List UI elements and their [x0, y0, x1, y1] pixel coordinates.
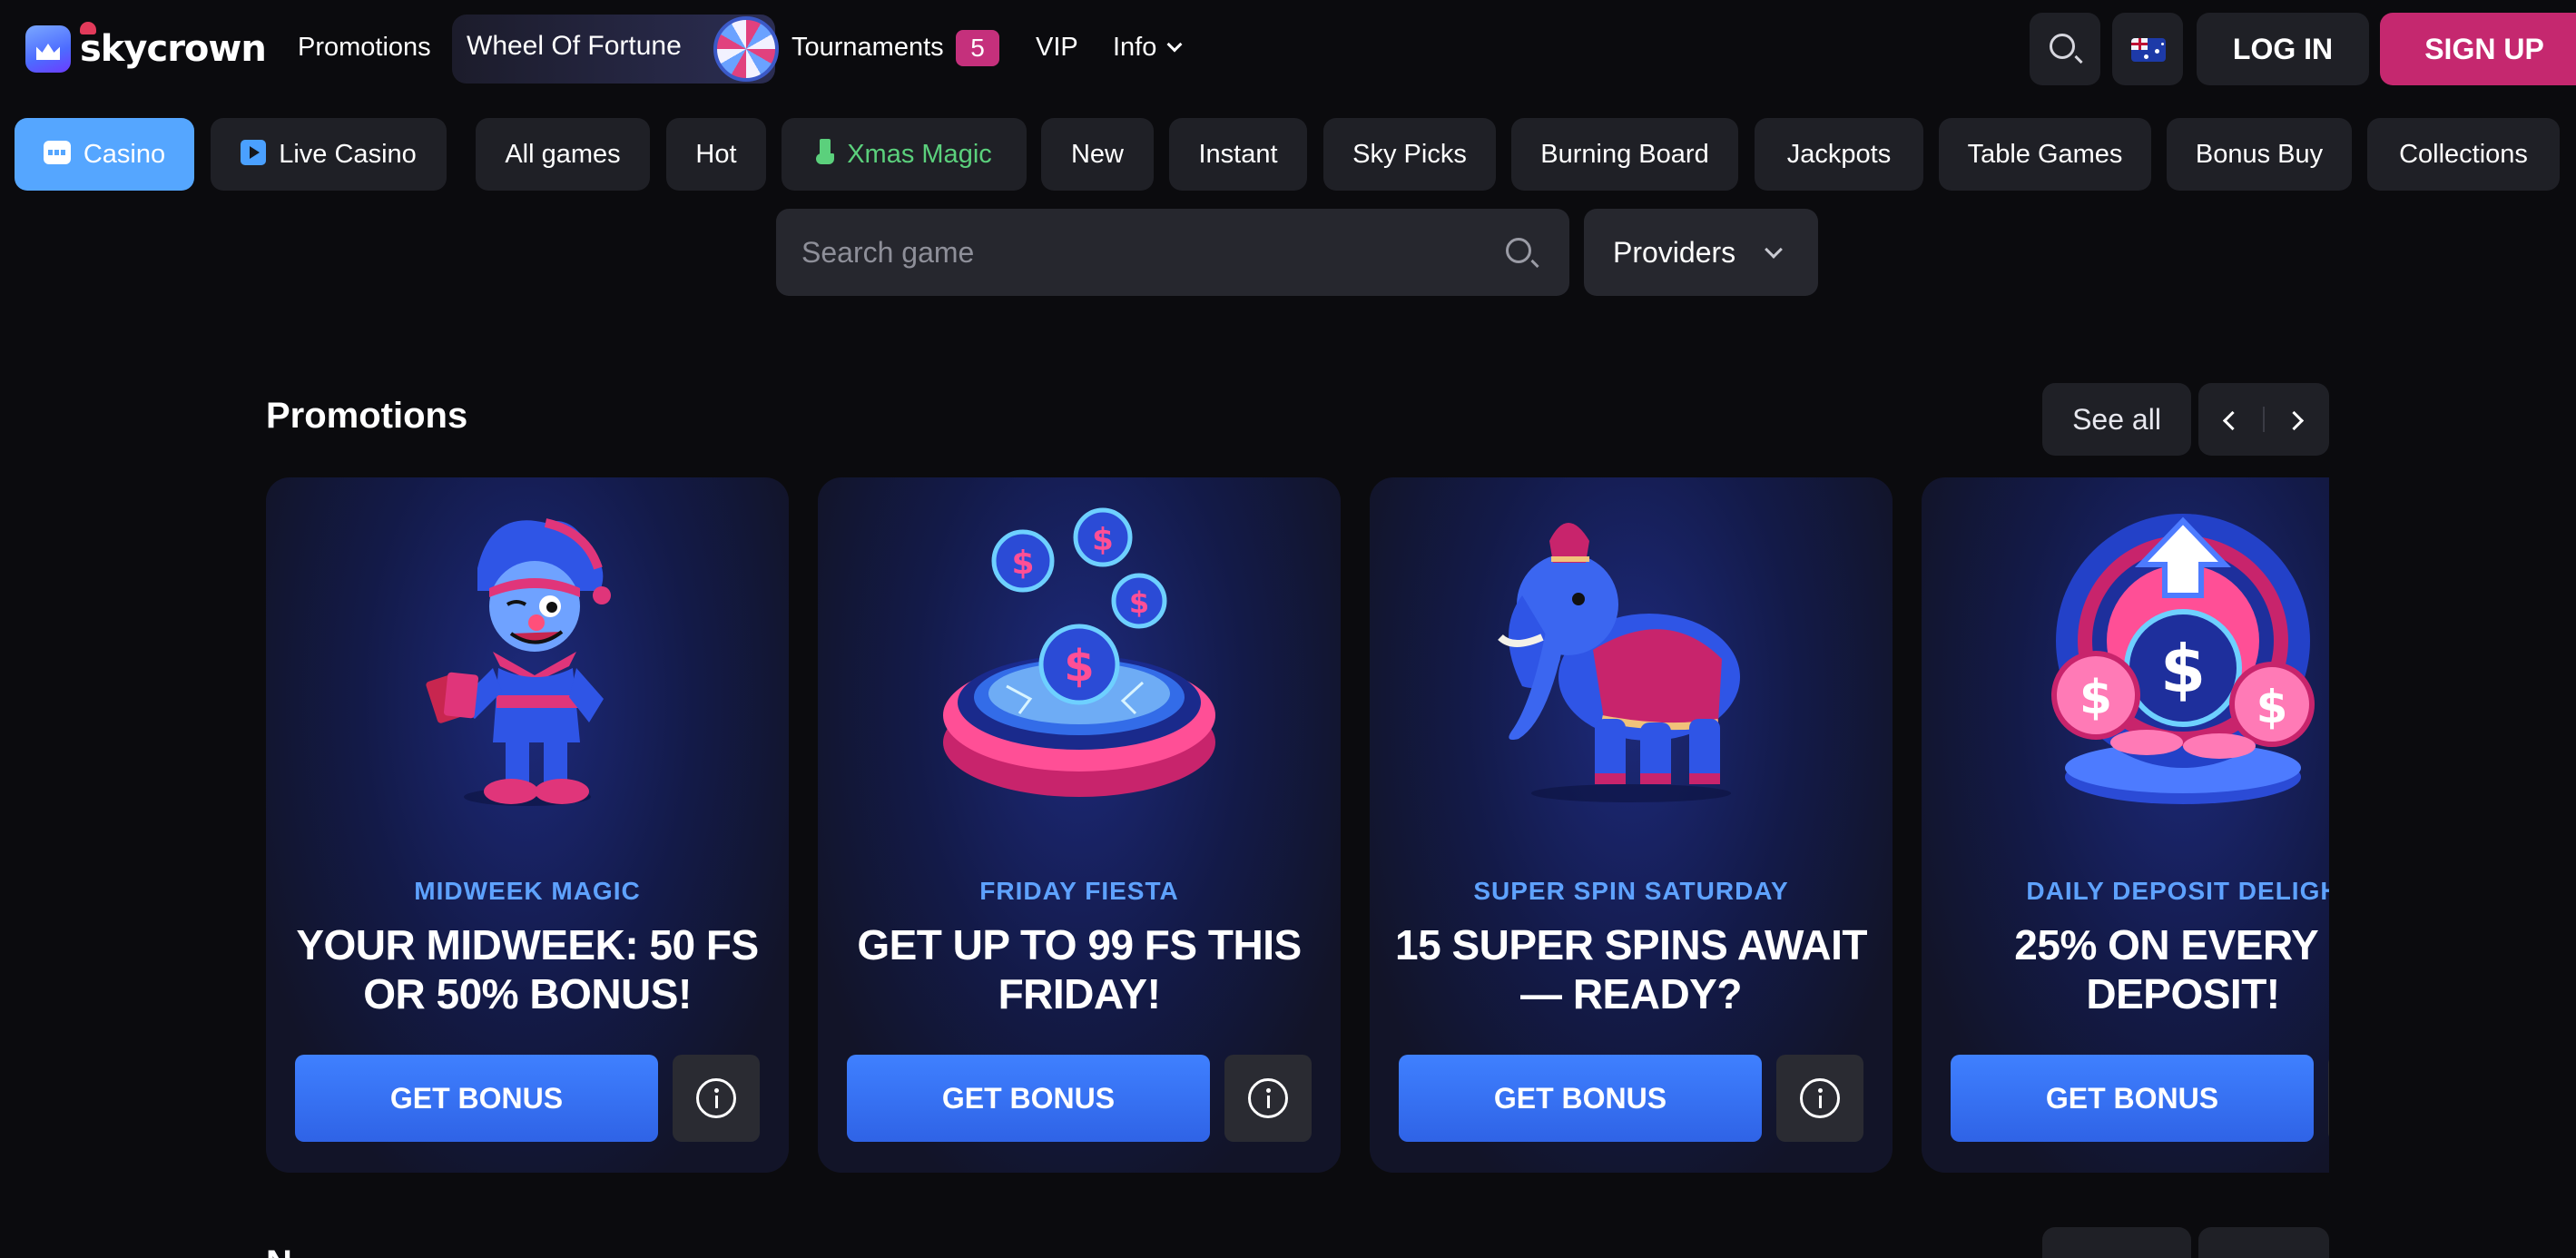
promo-title: GET UP TO 99 FS THIS FRIDAY! — [857, 921, 1302, 1017]
get-bonus-button[interactable]: GET BONUS — [1399, 1055, 1762, 1142]
see-all-button-next[interactable] — [2042, 1227, 2191, 1258]
elephant-illustration — [1498, 523, 1740, 802]
carousel-arrows — [2198, 383, 2329, 456]
jester-illustration — [426, 518, 611, 806]
search-icon[interactable] — [1506, 238, 1531, 263]
filter-instant[interactable]: Instant — [1169, 118, 1307, 191]
promo-info-button[interactable] — [1776, 1055, 1863, 1142]
login-button[interactable]: LOG IN — [2197, 13, 2369, 85]
promo-kicker: MIDWEEK MAGIC — [414, 877, 641, 905]
signup-button[interactable]: SIGN UP — [2380, 13, 2576, 85]
promo-info-button[interactable] — [673, 1055, 760, 1142]
carousel-arrows-next[interactable] — [2198, 1227, 2329, 1258]
promo-kicker: SUPER SPIN SATURDAY — [1473, 877, 1789, 905]
get-bonus-button[interactable]: GET BONUS — [295, 1055, 658, 1142]
wheel-of-fortune-label: Wheel Of Fortune — [467, 31, 682, 61]
filter-bonus-buy[interactable]: Bonus Buy — [2167, 118, 2352, 191]
nav-vip[interactable]: VIP — [1036, 27, 1078, 67]
svg-text:$: $ — [2079, 671, 2112, 725]
svg-text:$: $ — [2256, 681, 2288, 733]
filter-collections[interactable]: Collections — [2367, 118, 2560, 191]
filter-table-games[interactable]: Table Games — [1939, 118, 2151, 191]
crown-logo-icon — [25, 22, 96, 73]
promo-kicker: FRIDAY FIESTA — [979, 877, 1179, 905]
tab-casino-label: Casino — [83, 140, 166, 169]
info-icon — [1800, 1078, 1840, 1118]
filter-sky-picks[interactable]: Sky Picks — [1323, 118, 1496, 191]
nav-info-dropdown[interactable]: Info — [1113, 27, 1183, 67]
coin-stack-illustration: $ $ $ — [2051, 514, 2315, 804]
language-selector-button[interactable] — [2112, 13, 2183, 85]
promo-title: 15 SUPER SPINS AWAIT — READY? — [1395, 921, 1868, 1017]
coin-portal-illustration: $ $ $ $ — [943, 507, 1215, 797]
game-search-bar — [776, 209, 1569, 296]
promo-card[interactable]: SUPER SPIN SATURDAY 15 SUPER SPINS AWAIT… — [1370, 477, 1893, 1173]
chevron-down-icon — [1166, 36, 1183, 53]
filter-jackpots[interactable]: Jackpots — [1755, 118, 1923, 191]
promotions-section-title: Promotions — [266, 396, 468, 436]
slot-machine-icon — [43, 141, 71, 165]
play-icon — [241, 140, 267, 166]
nav-info-label: Info — [1113, 33, 1157, 62]
chevron-right-icon[interactable] — [2264, 383, 2329, 456]
promo-card[interactable]: $ $ $ $ FRIDAY FIESTA GET UP TO 99 FS TH… — [818, 477, 1341, 1173]
tournaments-count-badge: 5 — [956, 30, 999, 66]
svg-text:$: $ — [1129, 585, 1149, 620]
promo-title: 25% ON EVERY 4 DEPOSIT! — [2014, 921, 2329, 1017]
info-icon — [696, 1078, 736, 1118]
christmas-stocking-icon — [816, 139, 835, 166]
providers-label: Providers — [1613, 236, 1736, 269]
providers-dropdown[interactable]: Providers — [1584, 209, 1818, 296]
promo-info-button[interactable] — [2328, 1055, 2329, 1142]
filter-new[interactable]: New — [1041, 118, 1154, 191]
next-section-title: N — [266, 1243, 292, 1258]
filter-burning-board[interactable]: Burning Board — [1511, 118, 1738, 191]
promotions-carousel: MIDWEEK MAGIC YOUR MIDWEEK: 50 FS OR 50%… — [266, 477, 2329, 1173]
svg-text:$: $ — [1064, 641, 1094, 692]
nav-wheel-of-fortune[interactable]: Wheel Of Fortune — [452, 15, 779, 84]
info-icon — [1248, 1078, 1288, 1118]
filter-all-games[interactable]: All games — [476, 118, 650, 191]
svg-text:$: $ — [1092, 522, 1114, 558]
nav-promotions[interactable]: Promotions — [298, 27, 431, 67]
skycrown-logo[interactable]: skycrown — [25, 22, 267, 74]
chevron-down-icon — [1765, 241, 1783, 259]
promo-card[interactable]: $ $ $ DAILY DEPOSIT DELIGH 25% ON EVERY … — [1922, 477, 2329, 1173]
get-bonus-button[interactable]: GET BONUS — [1951, 1055, 2314, 1142]
filter-hot[interactable]: Hot — [666, 118, 766, 191]
top-navigation-bar: skycrown Promotions Wheel Of Fortune Tou… — [0, 0, 2576, 96]
tab-live-casino-label: Live Casino — [279, 140, 417, 169]
search-icon — [2050, 34, 2075, 59]
svg-text:$: $ — [1011, 545, 1034, 582]
australia-flag-icon — [2131, 38, 2166, 62]
svg-text:$: $ — [2160, 631, 2206, 707]
search-game-input[interactable] — [801, 229, 1491, 276]
promo-card[interactable]: MIDWEEK MAGIC YOUR MIDWEEK: 50 FS OR 50%… — [266, 477, 789, 1173]
promo-title: YOUR MIDWEEK: 50 FS OR 50% BONUS! — [296, 921, 759, 1017]
tab-live-casino[interactable]: Live Casino — [211, 118, 447, 191]
filter-xmas-magic[interactable]: Xmas Magic — [782, 118, 1027, 191]
fortune-wheel-icon — [713, 16, 779, 82]
see-all-promotions-button[interactable]: See all — [2042, 383, 2191, 456]
header-search-button[interactable] — [2030, 13, 2100, 85]
promo-info-button[interactable] — [1224, 1055, 1312, 1142]
tab-casino[interactable]: Casino — [15, 118, 194, 191]
chevron-left-icon[interactable] — [2198, 383, 2264, 456]
filter-xmas-magic-label: Xmas Magic — [847, 140, 992, 169]
promo-kicker: DAILY DEPOSIT DELIGH — [2026, 877, 2329, 905]
logo-text: skycrown — [80, 28, 267, 70]
get-bonus-button[interactable]: GET BONUS — [847, 1055, 1210, 1142]
nav-tournaments[interactable]: Tournaments — [791, 27, 944, 67]
